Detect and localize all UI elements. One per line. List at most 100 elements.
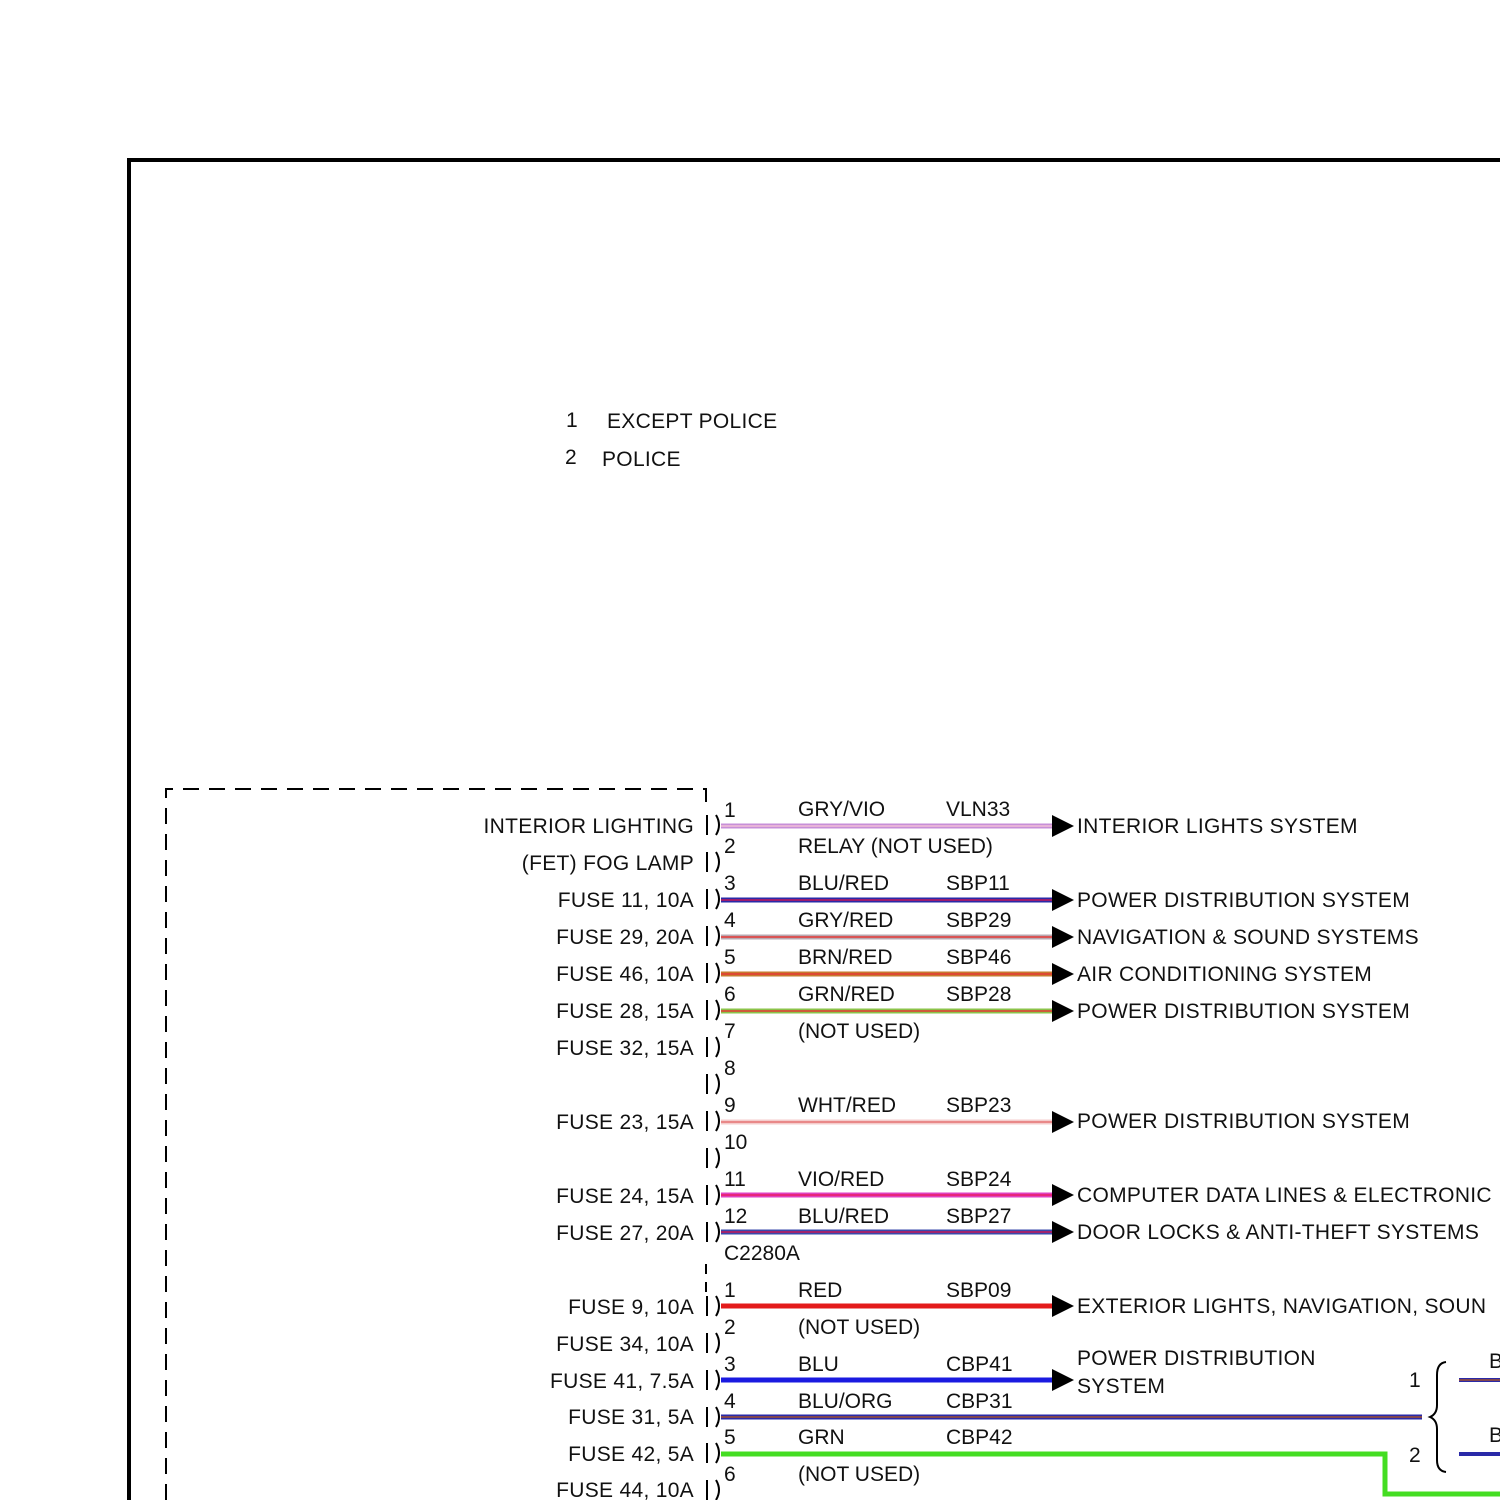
arrow-icon	[1052, 1369, 1074, 1391]
wire-color-code: GRY/VIO	[798, 798, 885, 821]
circuit-id: SBP24	[946, 1168, 1012, 1191]
pin-number: 4	[724, 1390, 736, 1413]
pin-number: 6	[724, 983, 736, 1006]
pin-row: FUSE 34, 10A 2 (NOT USED)	[556, 1316, 920, 1356]
arrow-icon	[1052, 963, 1074, 985]
connector-pin-bracket	[706, 1110, 720, 1132]
pin-left-label: FUSE 34, 10A	[556, 1333, 694, 1356]
pin-number: 8	[724, 1057, 736, 1080]
pin-left-label: FUSE 11, 10A	[558, 889, 694, 912]
destination-system-line-2: SYSTEM	[1077, 1375, 1165, 1398]
destination-system: POWER DISTRIBUTION SYSTEM	[1077, 1110, 1410, 1133]
destination-system: POWER DISTRIBUTION SYSTEM	[1077, 1000, 1410, 1023]
pin-left-label: FUSE 41, 7.5A	[550, 1370, 694, 1393]
wire-color-code: WHT/RED	[798, 1094, 896, 1117]
pin-left-label: FUSE 42, 5A	[568, 1443, 694, 1466]
pin-left-label: FUSE 46, 10A	[556, 963, 694, 986]
arrow-icon	[1052, 815, 1074, 837]
wire-color-code: BLU/ORG	[798, 1390, 893, 1413]
pin-number: 10	[724, 1131, 747, 1154]
pin-row: FUSE 24, 15A 11 VIO/RED SBP24 COMPUTER D…	[556, 1168, 1492, 1208]
pin-row: INTERIOR LIGHTING 1 GRY/VIO VLN33 INTERI…	[484, 798, 1358, 838]
destination-system: DOOR LOCKS & ANTI-THEFT SYSTEMS	[1077, 1221, 1479, 1244]
pin-left-label: INTERIOR LIGHTING	[484, 815, 694, 838]
option-1-number: 1	[1409, 1369, 1421, 1392]
arrow-icon	[1052, 889, 1074, 911]
legend-2-number: 2	[565, 446, 577, 469]
wire-color-code: BLU/RED	[798, 1205, 889, 1228]
connector-pin-bracket	[706, 1147, 720, 1169]
connector-pin-bracket	[706, 888, 720, 910]
wire-color-code: RED	[798, 1279, 842, 1302]
pin-number: 2	[724, 835, 736, 858]
wire-color-code: BLU/RED	[798, 872, 889, 895]
destination-system-line-1: POWER DISTRIBUTION	[1077, 1347, 1316, 1370]
connector-pin-bracket	[706, 1332, 720, 1354]
arrow-icon	[1052, 1221, 1074, 1243]
pin-number: 6	[724, 1463, 736, 1486]
connector-pin-bracket	[706, 1479, 720, 1500]
pin-number: 1	[724, 1279, 736, 1302]
pin-number: 9	[724, 1094, 736, 1117]
pin-number: 7	[724, 1020, 736, 1043]
circuit-id: SBP23	[946, 1094, 1011, 1117]
connector-pin-bracket	[706, 925, 720, 947]
wire-color-code: BLU	[798, 1353, 839, 1376]
pin-number: 3	[724, 872, 736, 895]
pin-number: 12	[724, 1205, 747, 1228]
wire-color-code: BRN/RED	[798, 946, 893, 969]
pin-row: FUSE 31, 5A 4 BLU/ORG CBP31	[568, 1390, 1422, 1429]
legend-2-text: POLICE	[602, 448, 681, 471]
pin-row: FUSE 29, 20A 4 GRY/RED SBP29 NAVIGATION …	[556, 909, 1418, 949]
circuit-id: CBP31	[946, 1390, 1013, 1413]
wire-color-code: GRN/RED	[798, 983, 895, 1006]
connector-pin-bracket	[706, 962, 720, 984]
pin-row: FUSE 32, 15A 7 (NOT USED)	[556, 1020, 920, 1060]
connector-pin-bracket	[706, 814, 720, 836]
pin-left-label: FUSE 32, 15A	[556, 1037, 694, 1060]
pin-left-label: FUSE 27, 20A	[556, 1222, 694, 1245]
circuit-id: CBP41	[946, 1353, 1013, 1376]
circuit-id: SBP29	[946, 909, 1011, 932]
connector-pin-bracket	[706, 999, 720, 1021]
wire-color-code: GRY/RED	[798, 909, 893, 932]
circuit-id: SBP27	[946, 1205, 1011, 1228]
connector-name: C2280A	[724, 1242, 800, 1265]
pin-left-label: FUSE 29, 20A	[556, 926, 694, 949]
pin-left-label: FUSE 24, 15A	[556, 1185, 694, 1208]
pin-row: FUSE 27, 20A 12 BLU/RED SBP27 DOOR LOCKS…	[556, 1205, 1479, 1245]
option-2-number: 2	[1409, 1444, 1421, 1467]
connector-pin-bracket	[706, 1406, 720, 1428]
legend-1-number: 1	[566, 409, 578, 432]
arrow-icon	[1052, 1184, 1074, 1206]
pin-row: FUSE 11, 10A 3 BLU/RED SBP11 POWER DISTR…	[558, 872, 1410, 912]
pin-number: 11	[724, 1168, 746, 1191]
connector-pin-bracket	[706, 1184, 720, 1206]
pin-number: 5	[724, 946, 736, 969]
pin-left-label: FUSE 28, 15A	[556, 1000, 694, 1023]
pin-row: (FET) FOG LAMP 2 RELAY (NOT USED)	[522, 835, 993, 875]
option-2-cut-label: B	[1489, 1424, 1500, 1447]
wire-color-code: VIO/RED	[798, 1168, 884, 1191]
circuit-id: VLN33	[946, 798, 1010, 821]
pin-number: 5	[724, 1426, 736, 1449]
circuit-id: SBP09	[946, 1279, 1011, 1302]
pin-note: (NOT USED)	[798, 1463, 920, 1486]
pin-row: FUSE 23, 15A 9 WHT/RED SBP23 POWER DISTR…	[556, 1094, 1410, 1134]
pin-row: 8	[706, 1057, 736, 1095]
legend-1-text: EXCEPT POLICE	[607, 410, 777, 433]
destination-system: EXTERIOR LIGHTS, NAVIGATION, SOUN	[1077, 1295, 1486, 1318]
pin-left-label: (FET) FOG LAMP	[522, 852, 694, 875]
destination-system: COMPUTER DATA LINES & ELECTRONIC	[1077, 1184, 1492, 1207]
pin-note: (NOT USED)	[798, 1316, 920, 1339]
circuit-id: CBP42	[946, 1426, 1013, 1449]
pin-number: 2	[724, 1316, 736, 1339]
pin-left-label: FUSE 44, 10A	[556, 1479, 694, 1500]
pin-number: 1	[724, 799, 736, 822]
curly-brace-icon	[1427, 1361, 1447, 1473]
arrow-icon	[1052, 926, 1074, 948]
destination-system: AIR CONDITIONING SYSTEM	[1077, 963, 1372, 986]
option-1-cut-label: B	[1489, 1350, 1500, 1373]
connector-c2280a: INTERIOR LIGHTING 1 GRY/VIO VLN33 INTERI…	[484, 798, 1492, 1294]
circuit-id: SBP28	[946, 983, 1011, 1006]
